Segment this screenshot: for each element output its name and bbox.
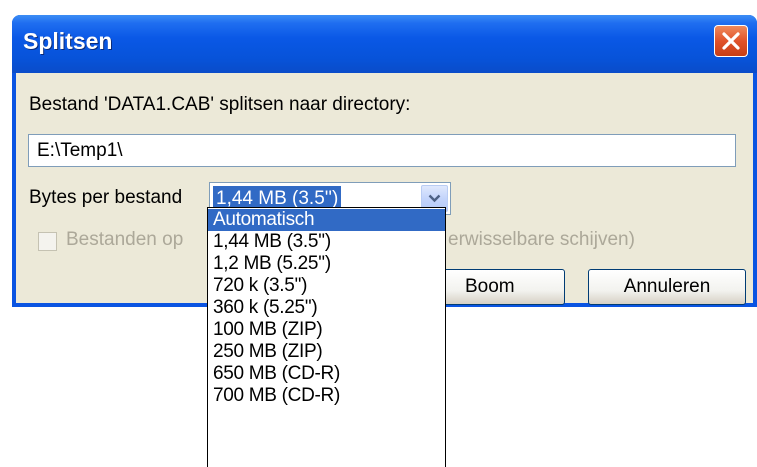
dialog-title: Splitsen — [23, 28, 113, 54]
dropdown-option-360k[interactable]: 360 k (5.25'') — [208, 297, 445, 319]
cancel-button[interactable]: Annuleren — [588, 269, 746, 305]
checkbox-label-right: erwisselbare schijven) — [448, 229, 635, 250]
close-x-icon — [722, 32, 740, 50]
dropdown-option-automatisch[interactable]: Automatisch — [208, 209, 445, 231]
dropdown-option-250mb-zip[interactable]: 250 MB (ZIP) — [208, 341, 445, 363]
dropdown-option-1-44mb[interactable]: 1,44 MB (3.5'') — [208, 231, 445, 253]
dropdown-option-1-2mb[interactable]: 1,2 MB (5.25'') — [208, 253, 445, 275]
dropdown-option-100mb-zip[interactable]: 100 MB (ZIP) — [208, 319, 445, 341]
bytes-per-file-dropdown-list: Automatisch 1,44 MB (3.5'') 1,2 MB (5.25… — [207, 207, 446, 467]
dropdown-option-650mb-cdr[interactable]: 650 MB (CD-R) — [208, 363, 445, 385]
removable-disks-checkbox[interactable] — [38, 232, 57, 251]
directory-prompt-label: Bestand 'DATA1.CAB' splitsen naar direct… — [29, 94, 411, 115]
dropdown-option-720k[interactable]: 720 k (3.5'') — [208, 275, 445, 297]
tree-button[interactable]: Boom — [443, 269, 565, 305]
title-bar[interactable]: Splitsen — [12, 15, 757, 73]
checkbox-label-left: Bestanden op — [66, 229, 184, 250]
chevron-down-icon — [428, 194, 441, 203]
directory-input[interactable] — [28, 134, 736, 167]
close-button[interactable] — [714, 25, 748, 57]
bytes-per-file-label: Bytes per bestand — [29, 187, 183, 208]
dropdown-option-700mb-cdr[interactable]: 700 MB (CD-R) — [208, 385, 445, 407]
